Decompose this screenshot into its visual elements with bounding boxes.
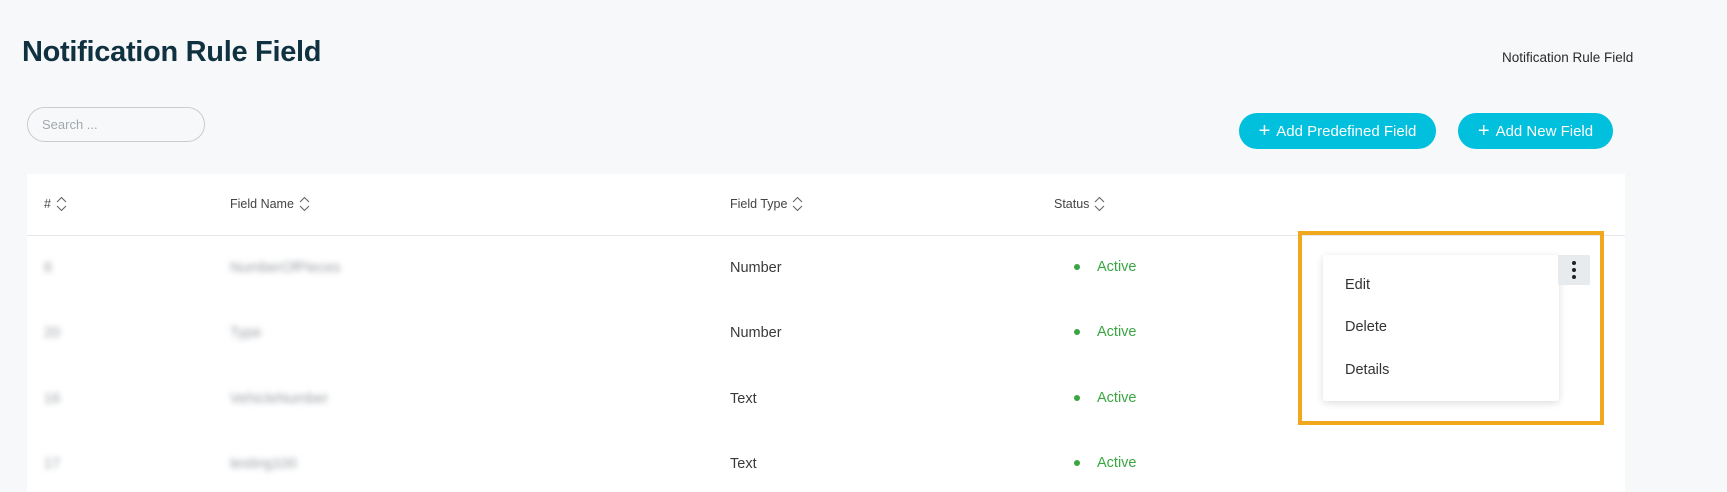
sort-icon[interactable]	[299, 196, 310, 212]
column-header-label: Field Type	[730, 197, 788, 211]
row-id: 16	[44, 391, 61, 407]
add-new-field-button[interactable]: + Add New Field	[1458, 113, 1613, 149]
status-label: Active	[1097, 390, 1137, 406]
page-title: Notification Rule Field	[22, 36, 322, 68]
column-header-label: #	[44, 197, 51, 211]
breadcrumb[interactable]: Notification Rule Field	[1502, 50, 1633, 65]
row-field-name: Type	[230, 325, 262, 341]
sort-icon[interactable]	[1094, 196, 1105, 212]
add-predefined-field-button[interactable]: + Add Predefined Field	[1239, 113, 1436, 149]
row-field-name: NumberOfPieces	[230, 260, 341, 276]
row-field-name: VehicleNumber	[230, 391, 329, 407]
row-field-type: Text	[730, 391, 757, 407]
column-header-status[interactable]: Status	[1054, 196, 1105, 212]
row-id: 17	[44, 456, 61, 472]
row-field-name: testing100	[230, 456, 297, 472]
row-id: 20	[44, 325, 61, 341]
column-header-number[interactable]: #	[44, 196, 67, 212]
add-new-field-label: Add New Field	[1495, 122, 1594, 140]
column-header-field-name[interactable]: Field Name	[230, 196, 310, 212]
status-badge: Active	[1074, 324, 1137, 340]
status-label: Active	[1097, 259, 1137, 275]
page: Notification Rule Field Notification Rul…	[0, 0, 1727, 492]
table-header: # Field Name Field Type Status	[27, 174, 1625, 236]
sort-icon[interactable]	[56, 196, 67, 212]
row-id: 6	[44, 260, 53, 276]
status-badge: Active	[1074, 259, 1137, 275]
status-dot-icon	[1074, 329, 1080, 335]
search-input[interactable]	[27, 107, 205, 142]
plus-icon: +	[1477, 120, 1490, 142]
status-dot-icon	[1074, 460, 1080, 466]
column-header-label: Field Name	[230, 197, 294, 211]
add-predefined-field-label: Add Predefined Field	[1276, 122, 1417, 140]
status-dot-icon	[1074, 395, 1080, 401]
highlight-annotation	[1298, 231, 1604, 425]
table-row[interactable]: 17 testing100 Text Active	[27, 431, 1625, 492]
row-field-type: Number	[730, 325, 782, 341]
column-header-label: Status	[1054, 197, 1090, 211]
status-badge: Active	[1074, 390, 1137, 406]
sort-icon[interactable]	[792, 196, 803, 212]
plus-icon: +	[1258, 120, 1271, 142]
column-header-field-type[interactable]: Field Type	[730, 196, 803, 212]
status-label: Active	[1097, 455, 1137, 471]
row-field-type: Number	[730, 260, 782, 276]
status-badge: Active	[1074, 455, 1137, 471]
status-label: Active	[1097, 324, 1137, 340]
row-field-type: Text	[730, 456, 757, 472]
status-dot-icon	[1074, 264, 1080, 270]
